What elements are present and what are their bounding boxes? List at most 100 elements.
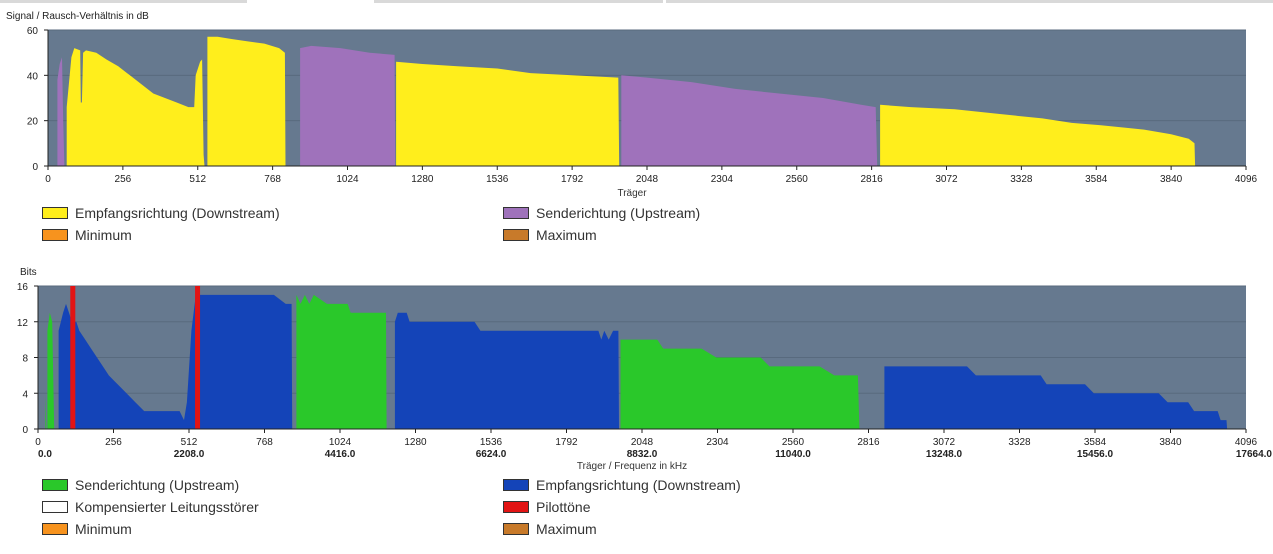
snr-y-tick-label: 40 <box>27 71 39 82</box>
snr-legend: Empfangsrichtung (Downstream) Sendericht… <box>0 204 1273 248</box>
snr-area-downstream-snr <box>207 36 286 166</box>
snr-area-downstream-snr <box>396 61 620 167</box>
snr-x-tick-label: 4096 <box>1235 174 1258 185</box>
legend-label: Empfangsrichtung (Downstream) <box>536 477 741 493</box>
bits-x-tick-label: 1792 <box>555 437 578 448</box>
bits-frequency-tick-label: 11040.0 <box>775 449 811 460</box>
bits-x-tick-label: 512 <box>181 437 198 448</box>
bits-frequency-ticks: 0.0 2208.0 4416.0 6624.0 8832.0 11040.0 13248.… <box>38 449 1272 460</box>
snr-x-axis-title: Träger <box>617 188 647 199</box>
legend-label: Pilottöne <box>536 499 591 515</box>
snr-x-tick-label: 2560 <box>786 174 809 185</box>
legend-item-maximum-snr: Maximum <box>503 226 597 244</box>
bits-x-tick-label: 3328 <box>1008 437 1031 448</box>
legend-swatch-noise <box>42 501 68 513</box>
bits-area-bits-upstream <box>296 294 387 429</box>
bits-x-axis-title: Träger / Frequenz in kHz <box>577 461 687 472</box>
legend-label: Senderichtung (Upstream) <box>536 205 701 221</box>
bits-x-tick-label: 3072 <box>933 437 956 448</box>
bits-x-tick-label: 2816 <box>857 437 880 448</box>
bits-frequency-tick-label: 0.0 <box>38 449 52 460</box>
snr-x-tick-label: 1280 <box>411 174 434 185</box>
snr-y-tick-label: 20 <box>27 117 39 128</box>
legend-label: Maximum <box>536 227 597 243</box>
snr-y-tick-label: 0 <box>32 162 38 173</box>
snr-x-tick-label: 2304 <box>711 174 734 185</box>
snr-x-tick-label: 768 <box>264 174 281 185</box>
legend-label: Kompensierter Leitungsstörer <box>75 499 259 515</box>
bits-y-tick-label: 4 <box>22 389 28 400</box>
legend-swatch-maximum <box>503 523 529 535</box>
bits-x-tick-label: 3584 <box>1084 437 1107 448</box>
bits-frequency-tick-label: 4416.0 <box>325 449 356 460</box>
legend-swatch-downstream-bits <box>503 479 529 491</box>
snr-x-tick-label: 0 <box>45 174 51 185</box>
legend-swatch-downstream-snr <box>42 207 68 219</box>
bits-x-tick-label: 2560 <box>782 437 805 448</box>
bits-x-tick-label: 768 <box>256 437 273 448</box>
bits-y-axis-title: Bits <box>20 267 37 278</box>
legend-label: Minimum <box>75 521 132 537</box>
snr-x-tick-label: 3072 <box>935 174 958 185</box>
legend-label: Senderichtung (Upstream) <box>75 477 240 493</box>
legend-swatch-minimum <box>42 523 68 535</box>
snr-x-tick-label: 512 <box>189 174 206 185</box>
legend-item-minimum-bits: Minimum <box>42 520 132 538</box>
snr-x-tick-label: 2816 <box>861 174 884 185</box>
bits-x-tick-label: 0 <box>35 437 41 448</box>
bits-x-tick-label: 256 <box>105 437 122 448</box>
legend-swatch-pilot <box>503 501 529 513</box>
legend-label: Minimum <box>75 227 132 243</box>
snr-x-tick-label: 1536 <box>486 174 509 185</box>
snr-x-tick-label: 1024 <box>336 174 359 185</box>
legend-item-pilot-tones: Pilottöne <box>503 498 590 516</box>
bits-x-tick-label: 4096 <box>1235 437 1258 448</box>
bits-x-tick-label: 3840 <box>1159 437 1182 448</box>
legend-item-upstream-bits: Senderichtung (Upstream) <box>42 476 239 494</box>
legend-item-noise: Kompensierter Leitungsstörer <box>42 498 259 516</box>
bits-x-tick-label: 1280 <box>404 437 427 448</box>
snr-x-tick-label: 3584 <box>1085 174 1108 185</box>
bits-frequency-tick-label: 2208.0 <box>174 449 205 460</box>
snr-x-ticks: 0 256 512 768 1024 1280 1536 1792 2048 2304 2560 28… <box>45 166 1258 185</box>
bits-chart: Bits 0 4 8 12 16 0 256 512 768 1024 1280 1536 1792 2… <box>17 267 1273 472</box>
bits-frequency-tick-label: 6624.0 <box>476 449 507 460</box>
snr-x-tick-label: 2048 <box>636 174 659 185</box>
legend-item-upstream-snr: Senderichtung (Upstream) <box>503 204 700 222</box>
bits-frequency-tick-label: 8832.0 <box>627 449 658 460</box>
bits-legend: Senderichtung (Upstream) Empfangsrichtun… <box>0 476 1273 542</box>
snr-y-ticks: 0 20 40 60 <box>27 26 48 173</box>
snr-chart: Signal / Rausch-Verhältnis in dB 0 20 40 60… <box>6 11 1258 199</box>
legend-item-maximum-bits: Maximum <box>503 520 597 538</box>
snr-y-tick-label: 60 <box>27 26 39 37</box>
pilot-tone-bar <box>195 286 201 429</box>
legend-item-minimum-snr: Minimum <box>42 226 132 244</box>
legend-label: Maximum <box>536 521 597 537</box>
legend-swatch-upstream-snr <box>503 207 529 219</box>
legend-swatch-minimum <box>42 229 68 241</box>
bits-frequency-tick-label: 17664.0 <box>1236 449 1273 460</box>
bits-y-tick-label: 0 <box>22 425 28 436</box>
legend-label: Empfangsrichtung (Downstream) <box>75 205 280 221</box>
snr-area-upstream-snr <box>300 45 396 166</box>
bits-y-ticks: 0 4 8 12 16 <box>17 282 38 436</box>
snr-x-tick-label: 1792 <box>561 174 584 185</box>
bits-y-tick-label: 12 <box>17 318 29 329</box>
snr-x-tick-label: 3840 <box>1160 174 1183 185</box>
bits-x-tick-label: 2048 <box>631 437 654 448</box>
bits-frequency-tick-label: 15456.0 <box>1077 449 1114 460</box>
legend-swatch-maximum <box>503 229 529 241</box>
bits-y-tick-label: 16 <box>17 282 29 293</box>
pilot-tone-bar <box>70 286 76 429</box>
snr-x-tick-label: 3328 <box>1010 174 1033 185</box>
bits-x-tick-label: 1536 <box>480 437 503 448</box>
legend-item-downstream-snr: Empfangsrichtung (Downstream) <box>42 204 280 222</box>
bits-x-tick-label: 2304 <box>706 437 729 448</box>
bits-y-tick-label: 8 <box>22 354 28 365</box>
snr-x-tick-label: 256 <box>115 174 132 185</box>
legend-item-downstream-bits: Empfangsrichtung (Downstream) <box>503 476 741 494</box>
bits-x-tick-label: 1024 <box>329 437 352 448</box>
snr-y-axis-title: Signal / Rausch-Verhältnis in dB <box>6 11 149 22</box>
bits-frequency-tick-label: 13248.0 <box>926 449 963 460</box>
bits-x-ticks: 0 256 512 768 1024 1280 1536 1792 2048 2304 2560 28… <box>35 429 1258 448</box>
